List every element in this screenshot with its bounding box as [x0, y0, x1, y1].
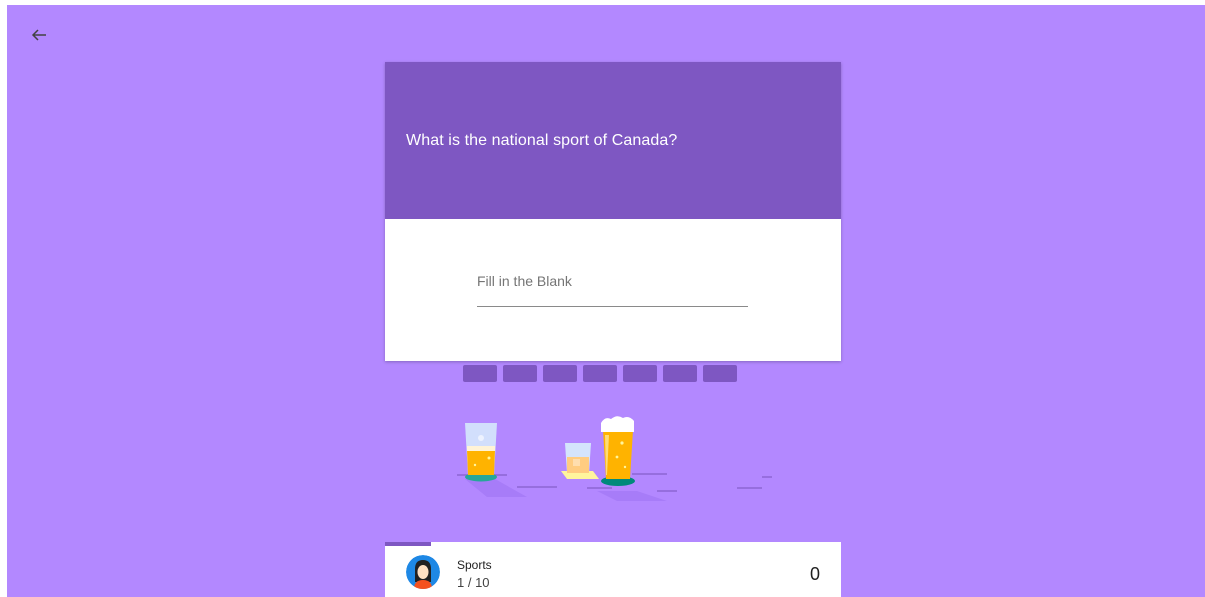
- player-avatar-icon: [406, 555, 440, 589]
- progress-track: [385, 542, 841, 546]
- letter-blank: [703, 365, 737, 382]
- score-value: 0: [809, 564, 820, 584]
- letter-blank: [543, 365, 577, 382]
- question-counter: 1 / 10: [457, 575, 490, 590]
- question-card: What is the national sport of Canada?: [385, 62, 841, 361]
- letter-blank: [583, 365, 617, 382]
- quiz-stage: What is the national sport of Canada? Fi…: [7, 5, 1205, 597]
- arrow-left-icon: [31, 29, 46, 41]
- question-text: What is the national sport of Canada?: [406, 132, 678, 149]
- letter-blanks: [463, 365, 737, 382]
- letter-blank: [463, 365, 497, 382]
- drinks-illustration: [457, 416, 772, 501]
- progress-fill: [385, 542, 431, 546]
- answer-input[interactable]: [477, 267, 748, 307]
- category-label: Sports: [457, 558, 492, 572]
- letter-blank: [663, 365, 697, 382]
- quiz-footer: Sports 1 / 10 0: [385, 542, 841, 597]
- question-header: What is the national sport of Canada?: [385, 62, 841, 219]
- answer-area: [385, 219, 841, 361]
- letter-blank: [503, 365, 537, 382]
- letter-blank: [623, 365, 657, 382]
- back-button[interactable]: [27, 23, 51, 47]
